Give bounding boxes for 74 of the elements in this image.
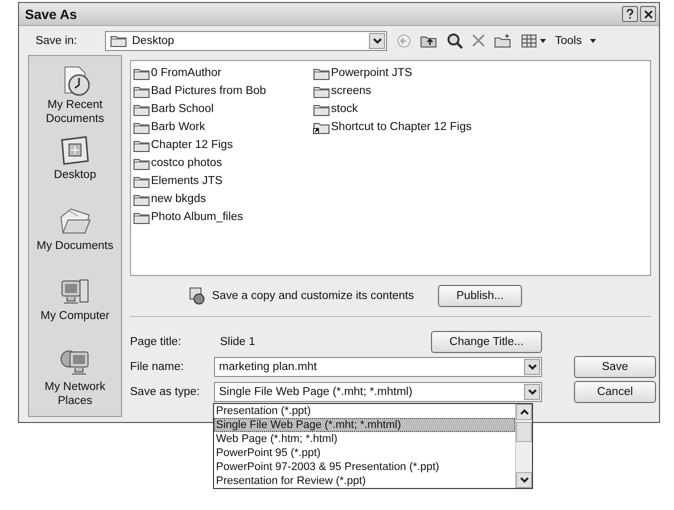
close-button[interactable] bbox=[640, 6, 656, 22]
file-type-option[interactable]: Single File Web Page (*.mht; *.mhtml) bbox=[214, 418, 515, 432]
page-title-value: Slide 1 bbox=[219, 336, 256, 348]
file-item[interactable]: 0 FromAuthor bbox=[133, 64, 313, 82]
file-type-option[interactable]: Web Page (*.htm; *.html) bbox=[214, 432, 515, 446]
scrollbar[interactable] bbox=[515, 404, 532, 488]
folder-icon bbox=[133, 138, 150, 152]
help-button[interactable] bbox=[622, 6, 638, 22]
dropdown-arrow-button[interactable] bbox=[369, 32, 385, 48]
file-item[interactable]: screens bbox=[313, 82, 650, 100]
up-folder-icon[interactable] bbox=[420, 34, 438, 48]
folder-icon bbox=[313, 66, 330, 80]
cancel-button[interactable]: Cancel bbox=[574, 381, 656, 403]
file-item[interactable]: Barb School bbox=[133, 100, 313, 118]
folder-icon bbox=[133, 66, 150, 80]
places-item[interactable]: My Documents bbox=[31, 204, 119, 276]
folder-icon bbox=[110, 34, 127, 47]
save-as-type-dropdown[interactable]: Single File Web Page (*.mht; *.mhtml) bbox=[214, 382, 542, 402]
file-name-field[interactable]: marketing plan.mht bbox=[214, 357, 542, 377]
caret-icon bbox=[540, 38, 546, 42]
publish-button[interactable]: Publish... bbox=[438, 285, 522, 307]
chevron-down-icon bbox=[528, 389, 536, 395]
save-in-label: Save in: bbox=[34, 34, 78, 46]
question-mark-icon bbox=[626, 9, 634, 19]
file-item[interactable]: Barb Work bbox=[133, 118, 313, 136]
file-name-label: File name: bbox=[130, 361, 185, 373]
file-type-option[interactable]: PowerPoint 95 (*.ppt) bbox=[214, 446, 515, 460]
places-item[interactable]: My Computer bbox=[31, 275, 119, 346]
caret-icon bbox=[590, 38, 596, 42]
new-folder-icon[interactable] bbox=[494, 34, 512, 48]
folder-icon bbox=[133, 102, 150, 116]
file-item[interactable]: new bkgds bbox=[133, 190, 313, 208]
window-title: Save As bbox=[25, 6, 78, 22]
file-type-option[interactable]: Presentation (*.ppt) bbox=[214, 404, 515, 418]
page-title-label: Page title: bbox=[130, 336, 182, 348]
chevron-down-icon bbox=[528, 364, 536, 370]
places-item[interactable]: Desktop bbox=[31, 134, 119, 205]
folder-icon bbox=[133, 120, 150, 134]
chevron-down-icon bbox=[372, 38, 382, 44]
file-item[interactable]: Bad Pictures from Bob bbox=[133, 82, 313, 100]
save-in-dropdown[interactable]: Desktop bbox=[105, 30, 387, 50]
shortcut-folder-icon bbox=[313, 120, 330, 134]
places-item[interactable]: My Recent Documents bbox=[31, 64, 119, 134]
close-icon bbox=[644, 10, 652, 18]
file-item[interactable]: Shortcut to Chapter 12 Figs bbox=[313, 118, 650, 136]
views-button[interactable] bbox=[521, 34, 546, 48]
save-as-type-label: Save as type: bbox=[130, 386, 201, 398]
file-item[interactable]: Photo Album_files bbox=[133, 208, 313, 226]
file-type-option[interactable]: Presentation for Review (*.ppt) bbox=[214, 474, 515, 488]
dropdown-arrow-button[interactable] bbox=[524, 384, 540, 400]
file-item[interactable]: Elements JTS bbox=[133, 172, 313, 190]
folder-icon bbox=[133, 210, 150, 224]
places-item[interactable]: My Network Places bbox=[31, 346, 119, 416]
dropdown-arrow-button[interactable] bbox=[524, 359, 540, 375]
file-item[interactable]: Powerpoint JTS bbox=[313, 64, 650, 82]
file-item[interactable]: costco photos bbox=[133, 154, 313, 172]
file-item[interactable]: stock bbox=[313, 100, 650, 118]
folder-icon bbox=[133, 174, 150, 188]
publish-description: Save a copy and customize its contents bbox=[212, 290, 414, 302]
folder-icon bbox=[133, 156, 150, 170]
search-icon[interactable] bbox=[447, 32, 463, 48]
folder-icon bbox=[133, 192, 150, 206]
chevron-up-icon bbox=[520, 409, 528, 415]
delete-icon[interactable] bbox=[472, 34, 485, 47]
file-type-option[interactable]: PowerPoint 97-2003 & 95 Presentation (*.ppt) bbox=[214, 460, 515, 474]
tools-menu[interactable]: Tools bbox=[555, 34, 596, 46]
folder-icon bbox=[313, 102, 330, 116]
file-item[interactable]: Chapter 12 Figs bbox=[133, 136, 313, 154]
folder-icon bbox=[313, 84, 330, 98]
change-title-button[interactable]: Change Title... bbox=[431, 331, 542, 353]
save-button[interactable]: Save bbox=[574, 356, 656, 378]
folder-icon bbox=[133, 84, 150, 98]
scrollbar-thumb[interactable] bbox=[516, 422, 532, 442]
chevron-down-icon bbox=[520, 477, 528, 483]
